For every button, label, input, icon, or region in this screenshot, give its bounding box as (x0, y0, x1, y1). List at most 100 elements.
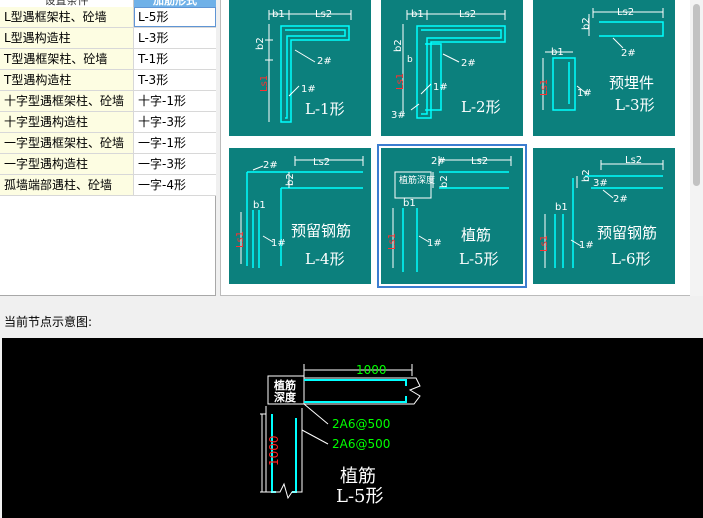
horizontal-rebars (304, 379, 407, 403)
row-condition: 十字型遇构造柱 (0, 112, 134, 132)
table-row[interactable]: 十字型遇框架柱、砼墙 十字-1形 (0, 91, 216, 112)
svg-text:Ls2: Ls2 (471, 156, 488, 167)
gallery-item-l2[interactable]: b1 Ls2 b2 Ls1 2# 1# 3# b L-2形 (381, 0, 523, 136)
l4-diagram: Ls2 2# b2 b1 1# Ls1 (235, 156, 364, 268)
svg-text:b1: b1 (272, 9, 285, 20)
table-row[interactable]: 十字型遇构造柱 十字-3形 (0, 112, 216, 133)
item-extra: 预留钢筋 (597, 224, 658, 242)
svg-text:1#: 1# (579, 240, 594, 251)
svg-text:3#: 3# (391, 110, 406, 121)
gallery-item-l3[interactable]: Ls2 b2 b1 2# 1# Ls1 预埋件 L-3形 (533, 0, 675, 136)
svg-text:1#: 1# (301, 84, 316, 95)
svg-text:1#: 1# (427, 238, 442, 249)
table-row[interactable]: T型遇框架柱、砼墙 T-1形 (0, 49, 216, 70)
l5-preview-drawing: 植筋 深度 1000 1000 2A6@500 2A6@500 植筋 L-5形 (260, 363, 421, 507)
preview-title: 植筋 (340, 466, 376, 487)
gallery-item-l5[interactable]: 植筋深度 2# Ls2 b2 b1 1# Ls1 植筋 L-5形 (377, 144, 527, 288)
svg-text:Ls2: Ls2 (617, 7, 634, 18)
row-condition: T型遇框架柱、砼墙 (0, 49, 134, 69)
svg-text:b2: b2 (581, 17, 592, 30)
item-label: L-4形 (305, 250, 345, 268)
item-label: L-2形 (461, 98, 501, 116)
svg-text:b2: b2 (285, 173, 296, 186)
dim-top: 1000 (356, 363, 387, 377)
dim-left: 1000 (267, 435, 281, 466)
depth-label-2: 深度 (274, 390, 297, 404)
table-row[interactable]: L型遇构造柱 L-3形 (0, 28, 216, 49)
row-form-cell[interactable]: T-1形 (134, 49, 216, 69)
scrollbar-thumb[interactable] (693, 4, 700, 186)
svg-text:Ls2: Ls2 (315, 9, 332, 20)
svg-text:b1: b1 (403, 198, 416, 209)
svg-text:2#: 2# (461, 58, 476, 69)
gallery-item-l6[interactable]: Ls2 b2 3# 2# b1 1# Ls1 预留钢筋 L-6形 (533, 148, 675, 284)
svg-text:b1: b1 (253, 200, 266, 211)
svg-text:b2: b2 (255, 37, 266, 50)
svg-text:Ls1: Ls1 (539, 235, 550, 252)
row-condition: L型遇框架柱、砼墙 (0, 7, 134, 27)
row-condition: L型遇构造柱 (0, 28, 134, 48)
svg-text:Ls2: Ls2 (625, 155, 642, 166)
item-label: L-1形 (305, 100, 345, 118)
node-form-gallery: b1 Ls2 b2 Ls1 2# 1# L-1形 b1 Ls2 b2 Ls1 2… (220, 0, 703, 296)
svg-text:3#: 3# (593, 178, 608, 189)
item-label: L-5形 (459, 250, 499, 268)
depth-label-1: 植筋 (273, 378, 296, 392)
row-form-cell[interactable]: T-3形 (134, 70, 216, 90)
svg-text:Ls1: Ls1 (259, 75, 270, 92)
svg-text:2#: 2# (431, 156, 446, 167)
item-label: L-6形 (611, 250, 651, 268)
table-row[interactable]: T型遇构造柱 T-3形 (0, 70, 216, 91)
header-condition: 设置条件 (0, 0, 134, 7)
row-form-cell[interactable]: 一字-1形 (134, 133, 216, 153)
rebar-spec-1: 2A6@500 (332, 417, 390, 431)
rebar-node-dialog: 设置条件 加筋形式 L型遇框架柱、砼墙 L-5形 L型遇构造柱 L-3形 T型遇… (0, 0, 703, 518)
svg-text:1#: 1# (433, 82, 448, 93)
table-header: 设置条件 加筋形式 (0, 0, 216, 7)
row-condition: 一字型遇框架柱、砼墙 (0, 133, 134, 153)
svg-text:2#: 2# (317, 56, 332, 67)
table-row[interactable]: L型遇框架柱、砼墙 L-5形 (0, 7, 216, 28)
row-condition: T型遇构造柱 (0, 70, 134, 90)
gallery-scrollbar[interactable] (690, 0, 703, 296)
svg-text:Ls1: Ls1 (387, 233, 398, 250)
table-row[interactable]: 一字型遇框架柱、砼墙 一字-1形 (0, 133, 216, 154)
row-form-cell[interactable]: L-3形 (134, 28, 216, 48)
l6-diagram: Ls2 b2 3# 2# b1 1# Ls1 (539, 155, 664, 268)
node-preview-canvas: 植筋 深度 1000 1000 2A6@500 2A6@500 植筋 L-5形 (2, 338, 703, 518)
condition-table: 设置条件 加筋形式 L型遇框架柱、砼墙 L-5形 L型遇构造柱 L-3形 T型遇… (0, 0, 216, 296)
table-row[interactable]: 孤墙端部遇柱、砼墙 一字-4形 (0, 175, 216, 196)
svg-text:2#: 2# (621, 48, 636, 59)
svg-text:b2: b2 (581, 169, 592, 182)
row-form-cell[interactable]: 一字-4形 (134, 175, 216, 195)
svg-text:Ls2: Ls2 (313, 157, 330, 168)
row-form-cell[interactable]: 十字-1形 (134, 91, 216, 111)
header-form: 加筋形式 (134, 0, 216, 7)
row-form-cell[interactable]: 十字-3形 (134, 112, 216, 132)
l1-diagram: b1 Ls2 b2 Ls1 2# 1# (255, 9, 352, 123)
row-condition: 一字型遇构造柱 (0, 154, 134, 174)
table-row[interactable]: 一字型遇构造柱 一字-3形 (0, 154, 216, 175)
svg-text:b1: b1 (411, 9, 424, 20)
svg-text:b1: b1 (555, 202, 568, 213)
row-form-cell[interactable]: 一字-3形 (134, 154, 216, 174)
rebar-spec-2: 2A6@500 (332, 437, 390, 451)
svg-text:2#: 2# (613, 194, 628, 205)
item-extra: 植筋 (461, 226, 492, 244)
item-extra: 预留钢筋 (291, 222, 352, 240)
row-condition: 孤墙端部遇柱、砼墙 (0, 175, 134, 195)
svg-text:Ls2: Ls2 (459, 9, 476, 20)
l2-diagram: b1 Ls2 b2 Ls1 2# 1# 3# b (391, 9, 506, 121)
gallery-item-l1[interactable]: b1 Ls2 b2 Ls1 2# 1# L-1形 (229, 0, 371, 136)
row-form-cell[interactable]: L-5形 (134, 7, 216, 27)
svg-text:Ls1: Ls1 (235, 231, 246, 248)
gallery-item-l4[interactable]: Ls2 2# b2 b1 1# Ls1 预留钢筋 L-4形 (229, 148, 371, 284)
svg-text:b2: b2 (439, 175, 450, 188)
svg-text:植筋深度: 植筋深度 (399, 174, 435, 186)
svg-text:Ls1: Ls1 (539, 79, 550, 96)
svg-text:b: b (407, 55, 413, 65)
svg-text:Ls1: Ls1 (395, 73, 406, 90)
preview-section-label: 当前节点示意图: (4, 315, 93, 329)
svg-text:1#: 1# (271, 238, 286, 249)
svg-text:b2: b2 (393, 39, 404, 52)
